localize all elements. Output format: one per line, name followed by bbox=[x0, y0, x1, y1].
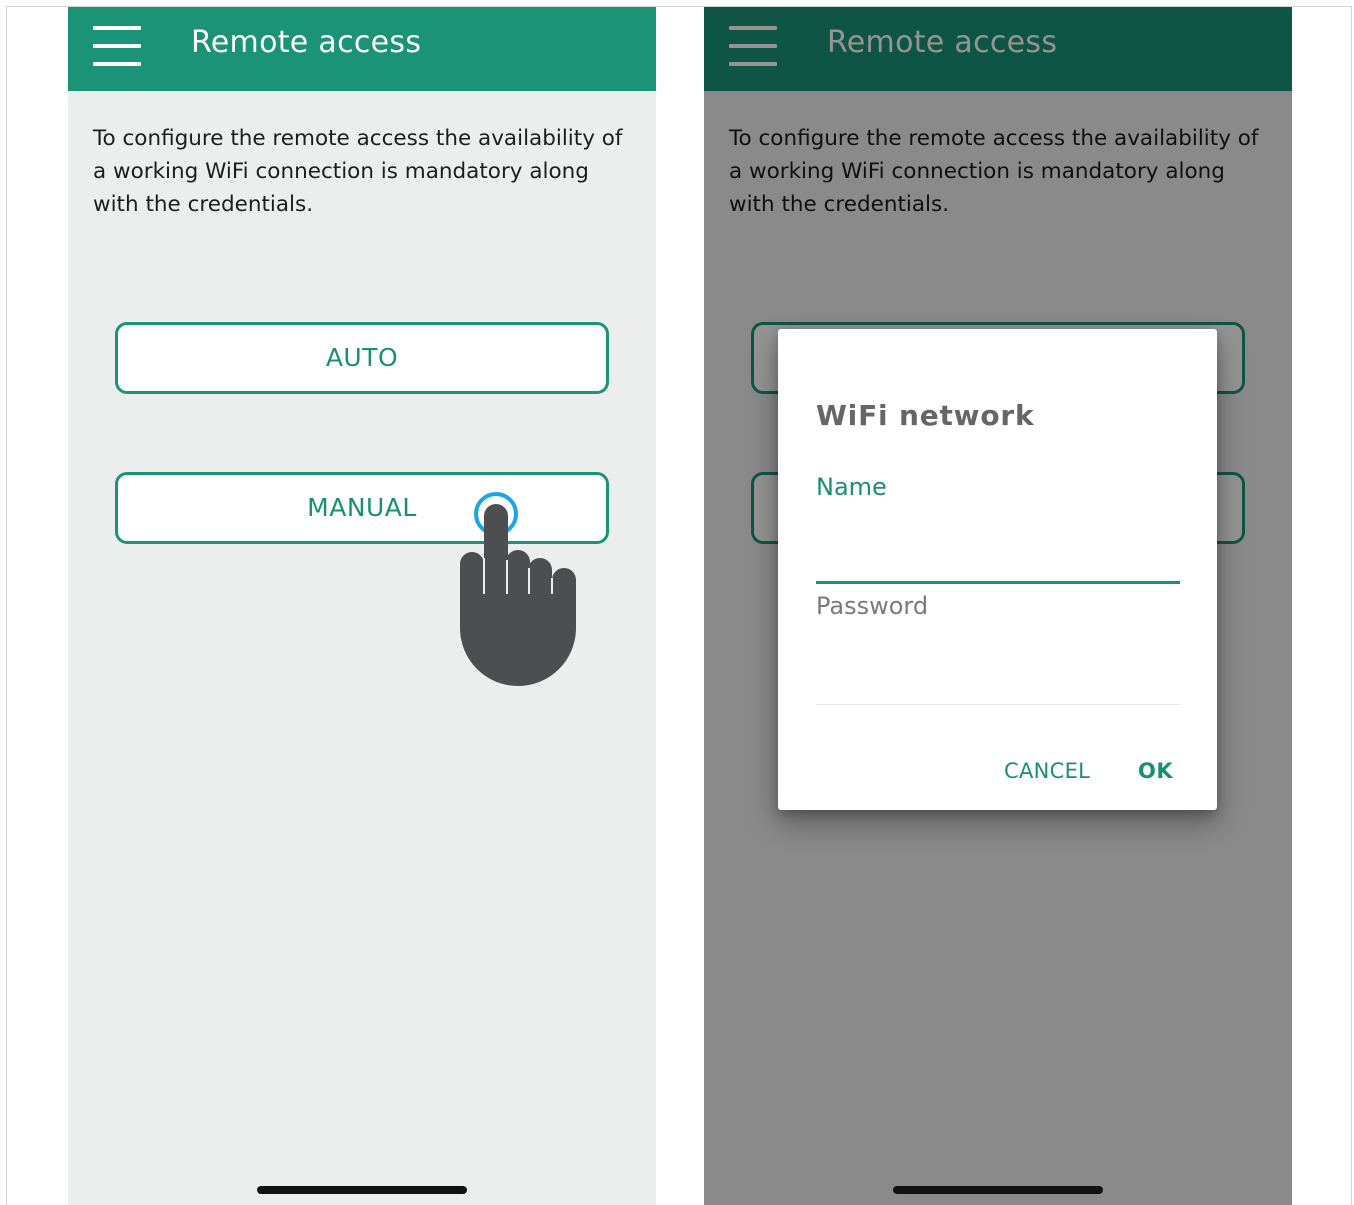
cancel-button[interactable]: CANCEL bbox=[1004, 759, 1090, 783]
name-input[interactable] bbox=[816, 514, 1180, 584]
wifi-network-dialog: WiFi network Name Password CANCEL OK bbox=[778, 329, 1217, 810]
phone-screen-left: Remote access To configure the remote ac… bbox=[68, 7, 656, 1205]
dialog-title: WiFi network bbox=[816, 399, 1035, 432]
auto-button[interactable]: AUTO bbox=[115, 322, 609, 394]
name-label: Name bbox=[816, 473, 887, 501]
page-title: Remote access bbox=[191, 25, 422, 60]
password-input[interactable] bbox=[816, 629, 1180, 705]
home-indicator[interactable] bbox=[893, 1186, 1103, 1194]
intro-text: To configure the remote access the avail… bbox=[93, 126, 623, 217]
app-header: Remote access bbox=[68, 7, 656, 91]
tap-hand-icon bbox=[460, 492, 576, 686]
ok-button[interactable]: OK bbox=[1138, 759, 1173, 783]
home-indicator[interactable] bbox=[257, 1186, 467, 1194]
hamburger-menu-icon[interactable] bbox=[93, 26, 141, 66]
phone-screen-right: Remote access To configure the remote ac… bbox=[704, 7, 1292, 1205]
password-label: Password bbox=[816, 592, 929, 620]
